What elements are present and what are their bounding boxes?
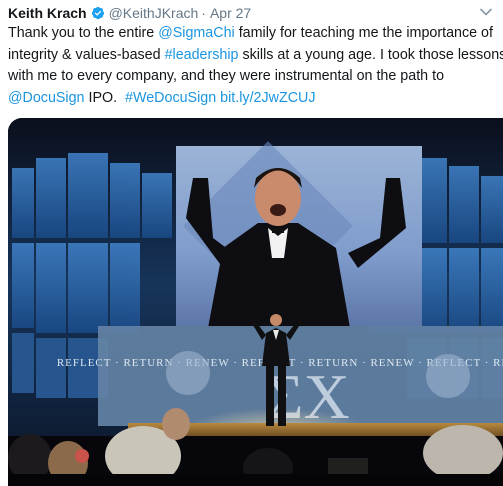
tweet-text-line-1: Thank you to the entire @SigmaChi family… — [8, 23, 496, 45]
text-segment: IPO. — [84, 89, 126, 106]
author-name[interactable]: Keith Krach — [8, 5, 87, 21]
tweet-text-line-2: integrity & values-based #leadership ski… — [8, 45, 503, 67]
projection-screen — [176, 141, 422, 328]
mention-docusign-link[interactable]: @DocuSign — [8, 90, 85, 106]
tweet-text-line-4: @DocuSign IPO. #WeDocuSign bit.ly/2JwZCU… — [8, 88, 496, 110]
text-segment: integrity & values-based — [8, 46, 165, 63]
mention-sigmachi-link[interactable]: @SigmaChi — [158, 25, 235, 41]
shortened-url-link[interactable]: bit.ly/2JwZCUJ — [220, 90, 315, 106]
tweet: Keith Krach @KeithJKrach · Apr 27 Thank … — [0, 0, 503, 486]
tweet-text: Thank you to the entire @SigmaChi family… — [8, 23, 503, 110]
verified-badge-icon — [91, 6, 105, 20]
author-handle[interactable]: @KeithJKrach — [109, 5, 199, 21]
text-segment: family for teaching me the importance of — [234, 25, 493, 41]
hashtag-wedocusign-link[interactable]: #WeDocuSign — [125, 90, 216, 106]
tweet-date[interactable]: Apr 27 — [210, 5, 251, 21]
text-segment: Thank you to the entire — [8, 25, 159, 41]
text-segment: skills at a young age. I took those less… — [238, 46, 503, 63]
hashtag-leadership-link[interactable]: #leadership — [165, 47, 239, 63]
tweet-media-photo[interactable]: REFLECT · RETURN · RENEW · REFLECT · RET… — [8, 118, 503, 486]
chevron-down-icon[interactable] — [479, 5, 493, 19]
tweet-header: Keith Krach @KeithJKrach · Apr 27 — [8, 4, 251, 22]
separator-dot: · — [201, 5, 206, 21]
tweet-text-line-3: with me to every company, and they were … — [8, 68, 445, 84]
